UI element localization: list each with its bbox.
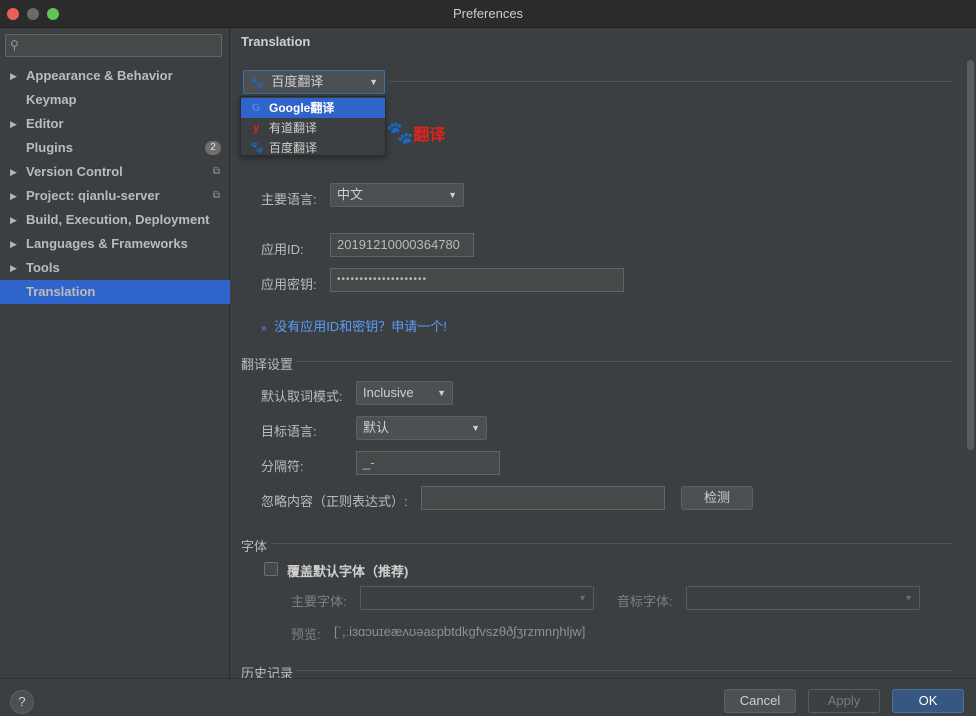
chevron-right-icon[interactable]: ▶ <box>10 112 17 136</box>
primary-font-label: 主要字体: <box>291 594 347 609</box>
target-language-label: 目标语言: <box>261 424 317 439</box>
preview-label: 预览: <box>291 627 321 642</box>
page-title: Translation <box>241 34 311 49</box>
sidebar-item-languages-frameworks[interactable]: ▶ Languages & Frameworks <box>0 232 230 256</box>
double-chevron-icon: » <box>261 323 267 334</box>
font-divider <box>271 543 951 544</box>
sidebar-item-plugins[interactable]: Plugins 2 <box>0 136 230 160</box>
engine-divider <box>389 81 951 82</box>
phonetic-font-select[interactable]: ▼ <box>686 586 920 610</box>
chevron-right-icon[interactable]: ▶ <box>10 256 17 280</box>
sidebar-item-translation[interactable]: Translation <box>0 280 230 304</box>
chevron-down-icon: ▼ <box>471 423 480 433</box>
chevron-right-icon[interactable]: ▶ <box>10 160 17 184</box>
sidebar-item-build-execution-deployment[interactable]: ▶ Build, Execution, Deployment <box>0 208 230 232</box>
dialog-footer: ? Cancel Apply OK <box>0 678 976 716</box>
sidebar-item-editor[interactable]: ▶ Editor <box>0 112 230 136</box>
phonetic-font-label: 音标字体: <box>617 594 673 609</box>
engine-option-youdao[interactable]: y 有道翻译 <box>241 118 385 138</box>
separator-input[interactable]: _- <box>356 451 500 475</box>
google-icon: G <box>251 102 261 114</box>
chevron-right-icon[interactable]: ▶ <box>10 208 17 232</box>
translation-engine-select[interactable]: 🐾 百度翻译 ▼ <box>243 70 385 94</box>
sidebar-item-tools[interactable]: ▶ Tools <box>0 256 230 280</box>
chevron-right-icon[interactable]: ▶ <box>10 64 17 88</box>
separator-label: 分隔符: <box>261 459 304 474</box>
baidu-paw-icon: 🐾 <box>250 142 264 154</box>
detect-button[interactable]: 检测 <box>681 486 753 510</box>
app-id-input[interactable]: 20191210000364780 <box>330 233 474 257</box>
project-scope-icon: ⧉ <box>212 190 220 201</box>
baidu-paw-icon: 🐾 <box>250 77 264 89</box>
primary-font-select[interactable]: ▼ <box>360 586 594 610</box>
chevron-right-icon[interactable]: ▶ <box>10 232 17 256</box>
chevron-down-icon: ▼ <box>448 190 457 200</box>
override-font-checkbox[interactable] <box>264 562 278 576</box>
override-font-label: 覆盖默认字体（推荐) <box>287 564 409 579</box>
translate-settings-divider <box>297 361 951 362</box>
sidebar-item-project[interactable]: ▶ Project: qianlu-server ⧉ <box>0 184 230 208</box>
help-button[interactable]: ? <box>10 690 34 714</box>
settings-sidebar: ⚲ ▶ Appearance & Behavior Keymap ▶ Edito… <box>0 28 230 678</box>
translation-engine-dropdown: G Google翻译 y 有道翻译 🐾 百度翻译 <box>240 96 386 156</box>
history-divider <box>297 670 951 671</box>
ignore-regex-label: 忽略内容（正则表达式）: <box>261 494 408 509</box>
apply-credentials-link[interactable]: » 没有应用ID和密钥？申请一个! <box>261 316 447 335</box>
primary-language-select[interactable]: 中文 ▼ <box>330 183 464 207</box>
sidebar-item-version-control[interactable]: ▶ Version Control ⧉ <box>0 160 230 184</box>
engine-option-baidu[interactable]: 🐾 百度翻译 <box>241 138 385 158</box>
chevron-down-icon: ▼ <box>437 388 446 398</box>
font-preview-text: [ˈ,ːiɜɑɔuɪeæʌʊəaɛpbtdkgfvszθðʃʒrzmnŋhljw… <box>334 624 586 639</box>
ignore-regex-input[interactable] <box>421 486 665 510</box>
search-icon: ⚲ <box>10 38 19 52</box>
panel-scrollbar[interactable] <box>967 60 974 450</box>
target-language-select[interactable]: 默认 ▼ <box>356 416 487 440</box>
word-mode-select[interactable]: Inclusive ▼ <box>356 381 453 405</box>
chevron-down-icon: ▼ <box>578 593 587 603</box>
app-id-label: 应用ID: <box>261 242 304 257</box>
word-mode-label: 默认取词模式: <box>261 389 343 404</box>
baidu-paw-logo-icon: 🐾 <box>386 120 414 145</box>
project-scope-icon: ⧉ <box>212 166 220 177</box>
baidu-translate-logo: 🐾翻译 <box>386 120 446 145</box>
app-key-label: 应用密钥: <box>261 277 317 292</box>
plugins-update-badge: 2 <box>205 141 221 155</box>
title-bar: Preferences <box>0 0 976 28</box>
chevron-right-icon[interactable]: ▶ <box>10 184 17 208</box>
sidebar-item-appearance-behavior[interactable]: ▶ Appearance & Behavior <box>0 64 230 88</box>
settings-search-input[interactable]: ⚲ <box>5 34 222 57</box>
ok-button[interactable]: OK <box>892 689 964 713</box>
chevron-down-icon: ▼ <box>904 593 913 603</box>
youdao-icon: y <box>252 122 260 134</box>
cancel-button[interactable]: Cancel <box>724 689 796 713</box>
engine-option-google[interactable]: G Google翻译 <box>241 98 385 118</box>
primary-language-label: 主要语言: <box>261 192 317 207</box>
translate-settings-title: 翻译设置 <box>241 357 294 372</box>
font-section-title: 字体 <box>241 539 268 554</box>
apply-button[interactable]: Apply <box>808 689 880 713</box>
app-key-input[interactable]: •••••••••••••••••••• <box>330 268 624 292</box>
chevron-down-icon: ▼ <box>369 77 378 87</box>
sidebar-item-keymap[interactable]: Keymap <box>0 88 230 112</box>
window-title: Preferences <box>452 6 524 21</box>
